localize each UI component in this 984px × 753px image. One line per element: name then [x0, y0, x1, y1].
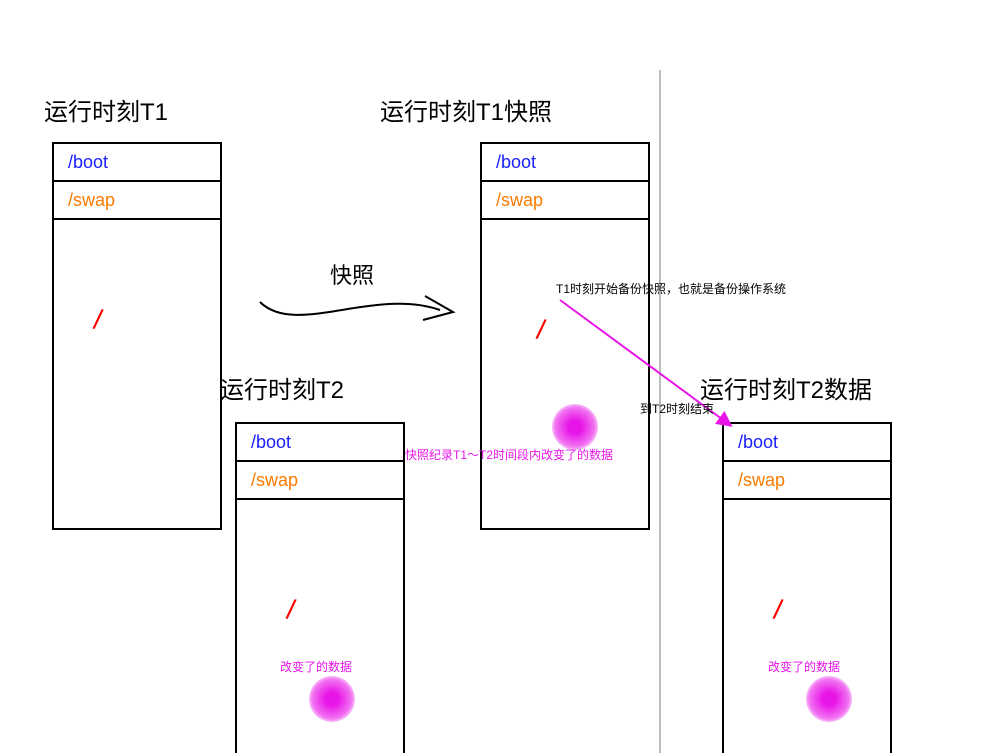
backup-end-label: 到T2时刻结束 — [640, 400, 714, 417]
snapshot-arrow-icon — [255, 282, 465, 342]
timeline-divider — [0, 0, 984, 753]
backup-start-label: T1时刻开始备份快照，也就是备份操作系统 — [556, 280, 786, 297]
backup-arrow-icon — [555, 295, 745, 445]
snapshot-records-label: 快照纪录T1～T2时间段内改变了的数据 — [405, 446, 613, 463]
